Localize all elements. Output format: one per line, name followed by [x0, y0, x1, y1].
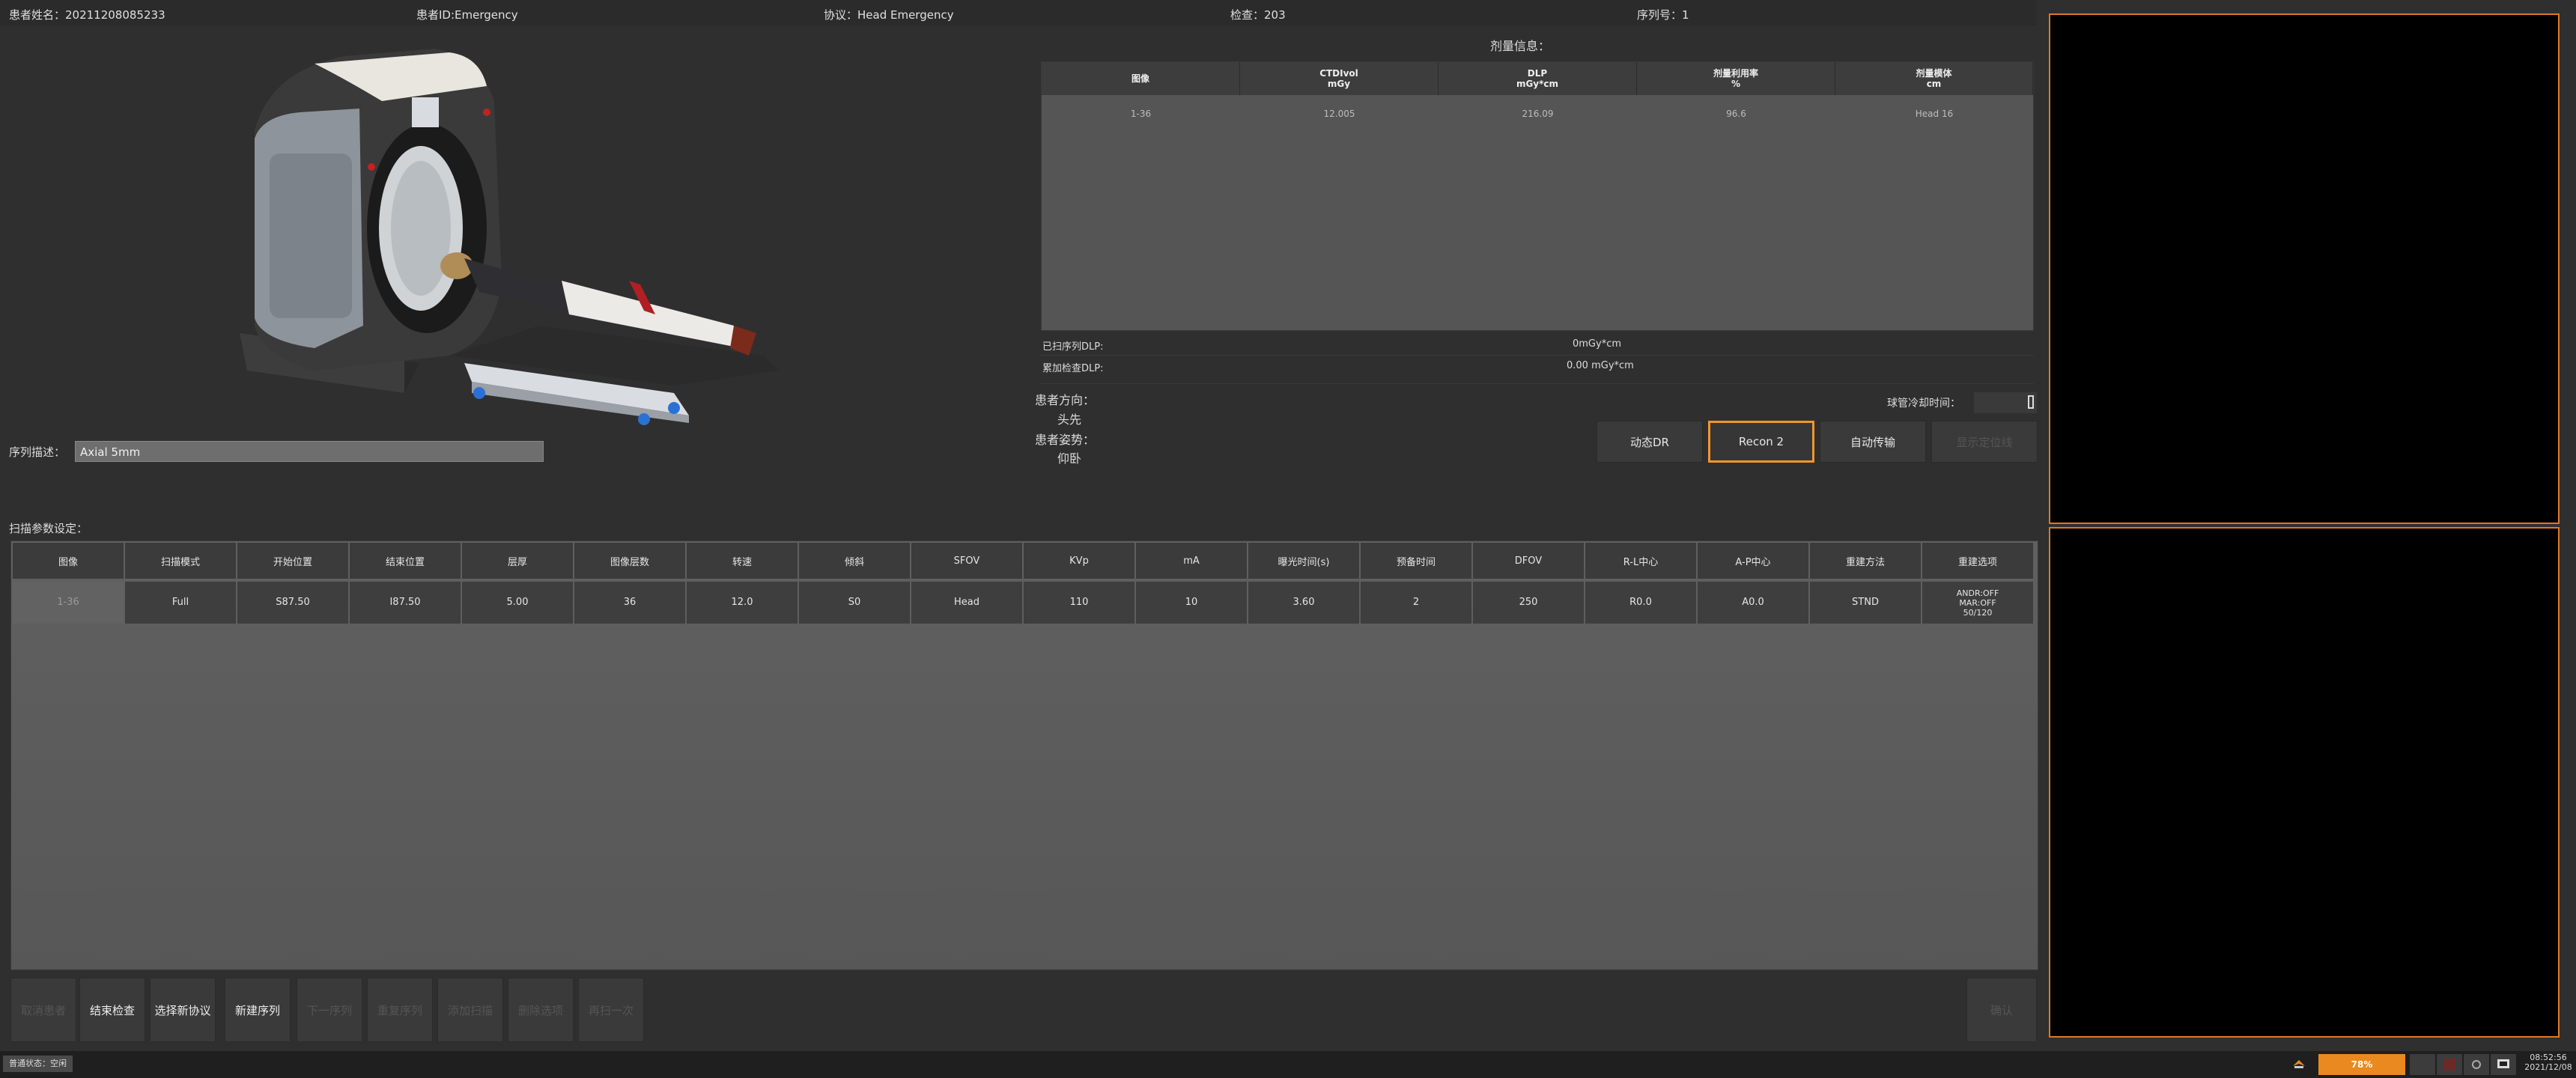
dose-col-header: CTDIvol mGy — [1240, 62, 1439, 95]
dose-cell: 1-36 — [1130, 109, 1152, 119]
dose-info-title: 剂量信息： — [1490, 39, 1551, 53]
patient-position-label: 患者姿势： — [1035, 433, 1096, 447]
param-col-header: KVp — [1024, 543, 1134, 579]
param-cell-recon-options[interactable]: ANDR:OFF MAR:OFF 50/120 — [1922, 582, 2033, 624]
new-series-button[interactable]: 新建序列 — [225, 978, 291, 1042]
tube-cool-indicator — [2028, 395, 2034, 409]
param-cell-rl-center[interactable]: R0.0 — [1585, 582, 1696, 624]
param-cell-image-count[interactable]: 36 — [574, 582, 685, 624]
image-viewport-top[interactable] — [2049, 13, 2560, 524]
monitor-icon[interactable] — [2491, 1054, 2516, 1075]
param-cell-ap-center[interactable]: A0.0 — [1698, 582, 1808, 624]
dynamic-dr-button[interactable]: 动态DR — [1597, 421, 1703, 463]
param-col-header: DFOV — [1473, 543, 1584, 579]
param-cell-recon-method[interactable]: STND — [1810, 582, 1921, 624]
recon2-button[interactable]: Recon 2 — [1708, 421, 1814, 463]
dose-cell: 216.09 — [1522, 109, 1554, 119]
repeat-series-button[interactable]: 重复序列 — [367, 978, 433, 1042]
param-cell-end[interactable]: I87.50 — [350, 582, 461, 624]
dose-col-header: 图像 — [1042, 62, 1240, 95]
tube-cool-label: 球管冷却时间： — [1887, 398, 1960, 409]
param-cell-rotation[interactable]: 12.0 — [687, 582, 798, 624]
header-bar: 患者姓名：20211208085233 患者ID:Emergency 协议：He… — [0, 0, 2037, 25]
total-dlp-label: 累加检查DLP: — [1042, 363, 1104, 374]
param-cell-tilt[interactable]: S0 — [799, 582, 910, 624]
param-col-header: 倾斜 — [799, 543, 910, 579]
scan-params-label: 扫描参数设定： — [9, 522, 88, 535]
param-col-header: 结束位置 — [350, 543, 461, 579]
protocol-name: 协议：Head Emergency — [824, 8, 954, 22]
param-cell-ma[interactable]: 10 — [1136, 582, 1247, 624]
param-col-header: R-L中心 — [1585, 543, 1696, 579]
dose-cell: 96.6 — [1726, 109, 1746, 119]
dose-cell: Head 16 — [1915, 109, 1954, 119]
param-col-header: mA — [1136, 543, 1247, 579]
clock-date: 2021/12/08 — [2524, 1062, 2572, 1072]
patient-direction-label: 患者方向： — [1035, 393, 1096, 407]
show-locator-button[interactable]: 显示定位线 — [1931, 421, 2038, 463]
param-col-header: 图像 — [13, 543, 124, 579]
exam-number: 检查：203 — [1230, 8, 1286, 22]
patient-name: 患者姓名：20211208085233 — [9, 8, 165, 22]
clock-time: 08:52:56 — [2530, 1053, 2567, 1062]
param-cell-prep-time[interactable]: 2 — [1361, 582, 1471, 624]
param-col-header: 层厚 — [462, 543, 573, 579]
param-cell-images[interactable]: 1-36 — [13, 582, 124, 624]
dose-cell: 12.005 — [1323, 109, 1355, 119]
progress-indicator: 78% — [2318, 1054, 2405, 1075]
param-cell-dfov[interactable]: 250 — [1473, 582, 1584, 624]
series-number: 序列号：1 — [1637, 8, 1689, 22]
settings-icon[interactable] — [2464, 1054, 2489, 1075]
dose-col-header: 剂量利用率% — [1637, 62, 1835, 95]
scanned-dlp-value: 0mGy*cm — [1573, 338, 1622, 350]
dose-col-header: DLP mGy*cm — [1439, 62, 1637, 95]
network-icon[interactable] — [2291, 1057, 2306, 1071]
param-cell-kvp[interactable]: 110 — [1024, 582, 1134, 624]
param-cell-sfov[interactable]: Head — [911, 582, 1022, 624]
status-text: 普通状态：空闲 — [3, 1056, 73, 1072]
patient-id: 患者ID:Emergency — [416, 8, 518, 22]
patient-direction-value: 头先 — [1057, 412, 1082, 427]
param-col-header: 预备时间 — [1361, 543, 1471, 579]
dose-table: 图像 CTDIvol mGy DLP mGy*cm 剂量利用率% 剂量模体 cm 1-… — [1041, 61, 2034, 331]
divider — [1041, 355, 2034, 356]
param-col-header: 重建选项 — [1922, 543, 2033, 579]
param-col-header: 转速 — [687, 543, 798, 579]
series-desc-input[interactable]: Axial 5mm — [75, 441, 544, 462]
warning-icon[interactable] — [2437, 1054, 2462, 1075]
param-cell-scan-mode[interactable]: Full — [125, 582, 236, 624]
total-dlp-value: 0.00 mGy*cm — [1567, 360, 1634, 371]
param-col-header: SFOV — [911, 543, 1022, 579]
param-col-header: 开始位置 — [237, 543, 348, 579]
end-exam-button[interactable]: 结束检查 — [79, 978, 145, 1042]
status-bar — [0, 1051, 2576, 1078]
series-desc-label: 序列描述： — [9, 445, 66, 459]
param-col-header: 图像层数 — [574, 543, 685, 579]
scan-params-table: 图像 扫描模式 开始位置 结束位置 层厚 图像层数 转速 倾斜 SFOV KVp… — [10, 540, 2038, 970]
param-col-header: A-P中心 — [1698, 543, 1808, 579]
scanned-dlp-label: 已扫序列DLP: — [1042, 341, 1104, 353]
select-protocol-button[interactable]: 选择新协议 — [150, 978, 216, 1042]
rescan-button[interactable]: 再扫一次 — [578, 978, 644, 1042]
image-viewport-bottom[interactable] — [2049, 527, 2560, 1038]
cancel-patient-button[interactable]: 取消患者 — [10, 978, 76, 1042]
param-col-header: 重建方法 — [1810, 543, 1921, 579]
auto-transfer-button[interactable]: 自动传输 — [1820, 421, 1926, 463]
param-cell-start[interactable]: S87.50 — [237, 582, 348, 624]
param-col-header: 扫描模式 — [125, 543, 236, 579]
tray-slot[interactable] — [2410, 1054, 2435, 1075]
param-cell-thickness[interactable]: 5.00 — [462, 582, 573, 624]
add-scan-button[interactable]: 添加扫描 — [437, 978, 503, 1042]
divider — [1041, 383, 2034, 384]
param-cell-exposure[interactable]: 3.60 — [1248, 582, 1359, 624]
clock: 08:52:56 2021/12/08 — [2524, 1053, 2573, 1072]
delete-option-button[interactable]: 删除选项 — [508, 978, 574, 1042]
ct-scanner-illustration — [240, 49, 779, 425]
next-series-button[interactable]: 下一序列 — [297, 978, 362, 1042]
dose-col-header: 剂量模体 cm — [1835, 62, 2033, 95]
param-col-header: 曝光时间(s) — [1248, 543, 1359, 579]
confirm-button[interactable]: 确认 — [1966, 978, 2037, 1042]
patient-position-value: 仰卧 — [1057, 451, 1082, 466]
